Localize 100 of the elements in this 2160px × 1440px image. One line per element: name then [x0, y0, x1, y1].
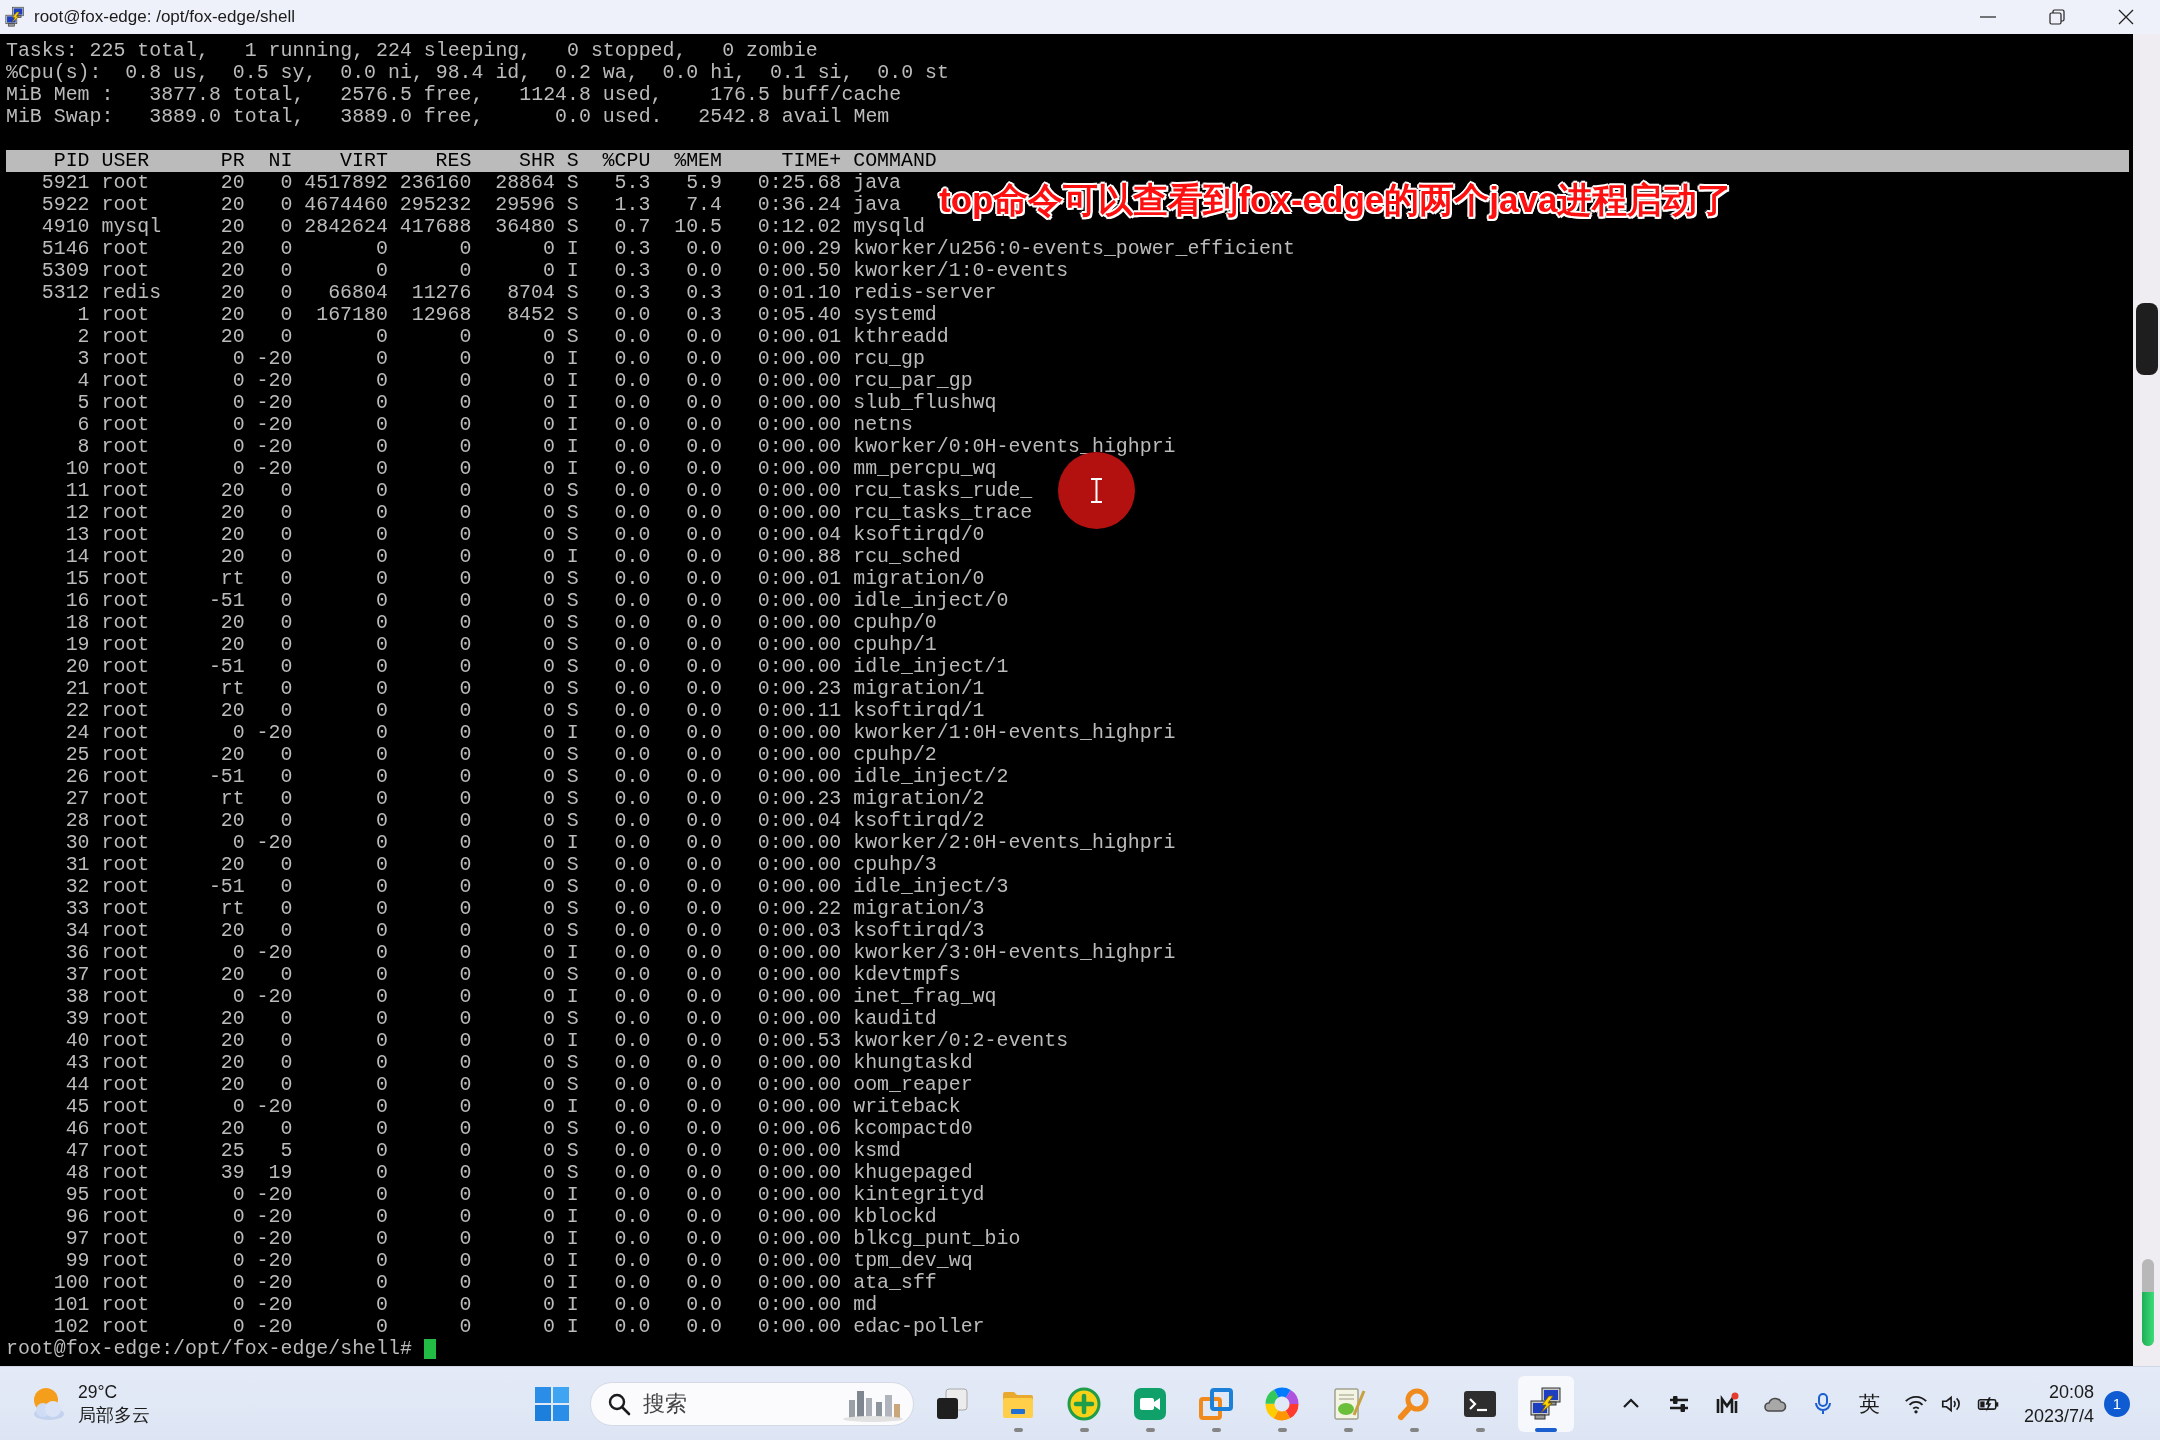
table-cell: ksoftirqd/2	[853, 809, 985, 832]
table-cell: S	[566, 787, 579, 810]
table-cell: 0:00.11	[757, 699, 842, 722]
taskbar-app-button[interactable]	[1518, 1375, 1574, 1432]
table-cell: 20	[220, 919, 245, 942]
table-cell: kworker/0:0H-events_highpri	[853, 435, 1176, 458]
table-cell: root	[101, 1117, 150, 1140]
table-cell: 0	[375, 721, 388, 744]
table-cell: 0	[459, 765, 472, 788]
table-cell: 0:00.00	[757, 1051, 842, 1074]
table-cell: 417688	[399, 215, 472, 238]
table-cell: root	[101, 765, 150, 788]
table-cell: I	[566, 259, 579, 282]
search-bar[interactable]: 搜索	[590, 1381, 914, 1426]
table-cell: 0.0	[686, 457, 722, 480]
table-cell: root	[101, 1205, 150, 1228]
table-cell: 0.0	[614, 655, 651, 678]
table-cell: 8452	[507, 303, 555, 326]
table-cell: cpuhp/0	[853, 611, 937, 634]
table-cell: root	[101, 325, 150, 348]
table-cell: 0.0	[614, 567, 651, 590]
table-cell: 0.3	[686, 303, 722, 326]
table-cell: root	[101, 369, 150, 392]
table-cell: 0.0	[686, 545, 722, 568]
shell-prompt: root@fox-edge:/opt/fox-edge/shell#	[6, 1338, 412, 1360]
table-cell: 0	[375, 1271, 388, 1294]
table-cell: root	[101, 787, 150, 810]
table-cell: 3	[77, 347, 90, 370]
table-cell: 0	[375, 435, 388, 458]
table-cell: 0	[459, 325, 472, 348]
table-cell: 0	[459, 1249, 472, 1272]
table-cell: 0:00.00	[757, 391, 842, 414]
table-cell: 0	[280, 303, 293, 326]
table-cell: I	[566, 1095, 579, 1118]
table-cell: 0	[459, 1073, 472, 1096]
table-cell: 0.0	[614, 435, 651, 458]
table-cell: I	[566, 831, 579, 854]
table-cell: 0	[459, 237, 472, 260]
table-cell: 0	[543, 347, 555, 370]
weather-condition-text[interactable]: 局部多云	[78, 1403, 150, 1427]
table-cell: 0:00.00	[757, 1183, 842, 1206]
temperature-text[interactable]: 29°C	[78, 1380, 150, 1404]
table-cell: rt	[220, 567, 245, 590]
table-cell: 0.0	[686, 391, 722, 414]
table-cell: 0.0	[686, 325, 722, 348]
table-cell: 0:00.23	[757, 677, 842, 700]
table-cell: 0	[280, 765, 293, 788]
search-input[interactable]: 搜索	[643, 1390, 829, 1417]
table-cell: 0	[459, 501, 472, 524]
table-cell: 0:00.01	[757, 325, 842, 348]
summary-line: %Cpu(s): 0.8 us, 0.5 sy, 0.0 ni, 98.4 id, 0.2 wa, 0.0 hi, 0.1 si, 0.0 st	[6, 62, 949, 84]
table-cell: 46	[65, 1117, 90, 1140]
table-cell: 0	[280, 501, 293, 524]
clock-time[interactable]: 20:08	[2048, 1379, 2094, 1404]
table-cell: 12	[65, 501, 90, 524]
table-cell: 0:00.50	[757, 259, 842, 282]
table-cell: S	[566, 897, 579, 920]
table-cell: 0	[543, 1293, 555, 1316]
table-cell: S	[566, 281, 579, 304]
table-cell: 20	[220, 303, 245, 326]
table-cell: rt	[220, 897, 245, 920]
color-ring-icon	[1264, 1385, 1300, 1422]
table-cell: rcu_par_gp	[853, 369, 973, 392]
table-cell: 37	[65, 963, 90, 986]
table-cell: 0:00.00	[757, 347, 842, 370]
table-cell: 13	[65, 523, 90, 546]
table-cell: 0	[543, 985, 555, 1008]
table-cell: 0.0	[614, 743, 651, 766]
table-cell: 7.4	[686, 193, 722, 216]
notification-count[interactable]: 1	[2104, 1390, 2130, 1417]
table-cell: 0	[232, 391, 245, 414]
table-cell: 20	[220, 853, 245, 876]
input-language-button[interactable]: 英	[1858, 1389, 1880, 1418]
clock-date[interactable]: 2023/7/4	[2023, 1403, 2094, 1428]
table-cell: 0	[543, 699, 555, 722]
table-cell: root	[101, 633, 150, 656]
table-cell: root	[101, 589, 150, 612]
table-cell: 0.0	[614, 325, 651, 348]
table-cell: 0	[543, 809, 555, 832]
table-cell: 0	[375, 743, 388, 766]
overlapping-frames-icon	[1198, 1385, 1234, 1422]
table-cell: cpuhp/1	[853, 633, 937, 656]
table-cell: 0	[375, 369, 388, 392]
table-cell: 0	[543, 457, 555, 480]
table-cell: 0.0	[686, 1183, 722, 1206]
table-cell: 0:00.00	[757, 831, 842, 854]
table-cell: -51	[208, 875, 245, 898]
table-cell: root	[101, 171, 150, 194]
bars-zigzag-icon[interactable]	[1714, 1391, 1739, 1416]
table-cell: 0:00.00	[757, 941, 842, 964]
table-cell: root	[101, 237, 150, 260]
scrollbar-thumb[interactable]	[2136, 303, 2158, 375]
table-cell: 0	[543, 501, 555, 524]
table-cell: S	[566, 1117, 579, 1140]
table-cell: khugepaged	[853, 1161, 973, 1184]
table-cell: 20	[220, 281, 245, 304]
table-cell: 0	[459, 1007, 472, 1030]
table-cell: 0.0	[686, 787, 722, 810]
table-cell: 0.0	[686, 259, 722, 282]
table-cell: 100	[53, 1271, 90, 1294]
